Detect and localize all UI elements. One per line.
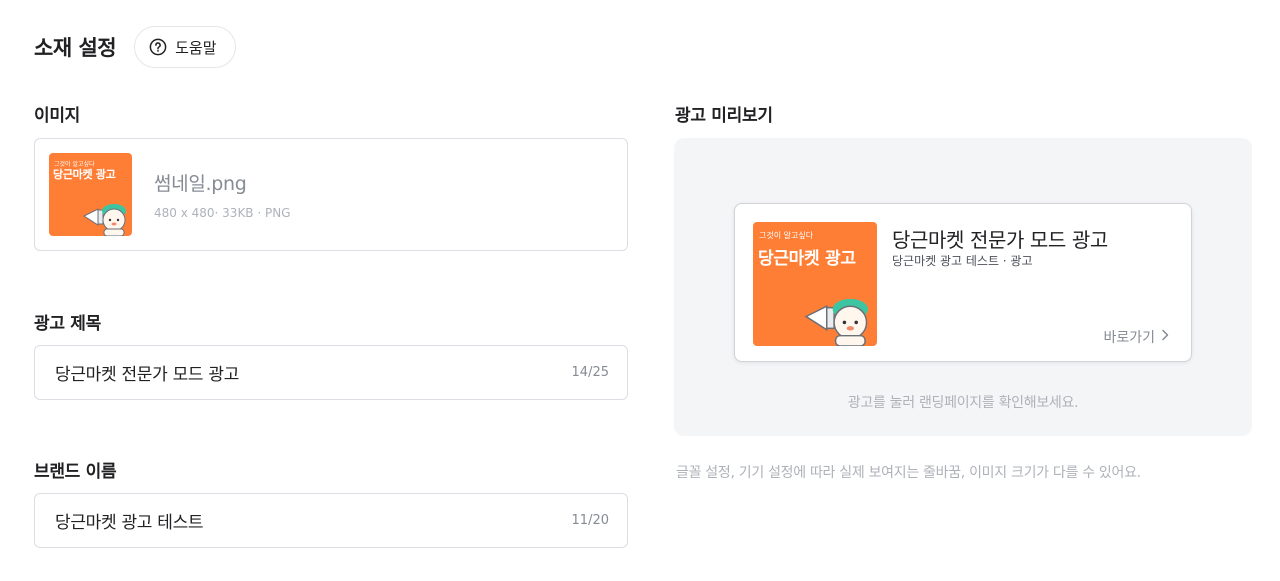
ad-thumb-sub-text: 그것이 알고싶다 bbox=[759, 231, 814, 240]
brand-name-value: 당근마켓 광고 테스트 bbox=[55, 513, 204, 533]
help-button-label: 도움말 bbox=[175, 38, 217, 57]
brand-name-input[interactable]: 당근마켓 광고 테스트 11/20 bbox=[34, 493, 628, 548]
ad-thumb-main-text: 당근마켓 광고 bbox=[758, 249, 856, 269]
file-info: 썸네일.png 480 x 480· 33KB · PNG bbox=[154, 169, 291, 220]
chevron-right-icon bbox=[1161, 329, 1169, 345]
ad-card-title: 당근마켓 전문가 모드 광고 bbox=[892, 228, 1108, 252]
thumbnail-main-text: 당근마켓 광고 bbox=[53, 168, 116, 181]
image-thumbnail: 그것이 알고싶다 당근마켓 광고 bbox=[49, 153, 132, 236]
help-circle-icon bbox=[149, 38, 167, 56]
go-to-link[interactable]: 바로가기 bbox=[1103, 327, 1169, 347]
ad-title-input[interactable]: 당근마켓 전문가 모드 광고 14/25 bbox=[34, 345, 628, 400]
brand-name-char-count: 11/20 bbox=[571, 513, 609, 528]
page-title: 소재 설정 bbox=[34, 36, 117, 60]
image-section-label: 이미지 bbox=[34, 106, 81, 126]
ad-title-label: 광고 제목 bbox=[34, 314, 101, 334]
preview-section-label: 광고 미리보기 bbox=[675, 106, 773, 126]
preview-footnote: 글꼴 설정, 기기 설정에 따라 실제 보여지는 줄바꿈, 이미지 크기가 다를… bbox=[676, 465, 1141, 481]
ad-card-brand: 당근마켓 광고 테스트 · 광고 bbox=[892, 254, 1033, 268]
image-upload-box[interactable]: 그것이 알고싶다 당근마켓 광고 썸네일.png 480 x 480· 33KB… bbox=[34, 138, 628, 251]
ad-title-value: 당근마켓 전문가 모드 광고 bbox=[55, 365, 240, 385]
megaphone-character-icon bbox=[82, 204, 126, 236]
preview-hint: 광고를 눌러 랜딩페이지를 확인해보세요. bbox=[847, 395, 1079, 411]
help-button[interactable]: 도움말 bbox=[134, 26, 236, 68]
file-meta: 480 x 480· 33KB · PNG bbox=[154, 206, 291, 220]
ad-title-char-count: 14/25 bbox=[571, 365, 609, 380]
page-header: 소재 설정 도움말 bbox=[34, 26, 236, 68]
go-to-link-label: 바로가기 bbox=[1103, 330, 1155, 346]
ad-preview-card[interactable]: 그것이 알고싶다 당근마켓 광고 당근마켓 전문가 모드 광고 당근마켓 광고 … bbox=[734, 203, 1192, 362]
brand-name-label: 브랜드 이름 bbox=[34, 462, 117, 482]
ad-card-thumbnail: 그것이 알고싶다 당근마켓 광고 bbox=[753, 222, 877, 346]
ad-preview-panel: 그것이 알고싶다 당근마켓 광고 당근마켓 전문가 모드 광고 당근마켓 광고 … bbox=[674, 138, 1252, 436]
file-name: 썸네일.png bbox=[154, 173, 247, 195]
megaphone-character-icon bbox=[804, 298, 868, 346]
